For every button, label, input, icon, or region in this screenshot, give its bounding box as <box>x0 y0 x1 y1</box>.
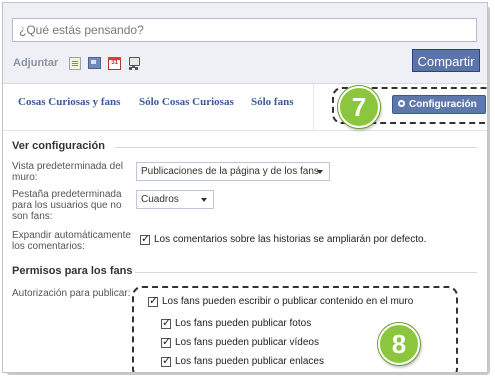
configuration-button[interactable]: Configuración <box>392 95 486 114</box>
chevron-down-icon <box>317 170 323 174</box>
attach-label: Adjuntar <box>13 57 59 69</box>
permissions-title: Permisos para los fans <box>12 265 133 277</box>
view-settings-title: Ver configuración <box>12 140 105 152</box>
fans-links-text: Los fans pueden publicar enlaces <box>175 356 324 367</box>
tab-default-value: Cuadros <box>141 194 179 205</box>
expand-comments-checkbox[interactable] <box>140 232 150 245</box>
tab-fans-only[interactable]: Sólo fans <box>251 96 294 108</box>
section-divider <box>135 272 477 273</box>
fans-can-post-text: Los fans pueden escribir o publicar cont… <box>162 296 414 307</box>
callout-badge-8: 8 <box>378 323 420 365</box>
wall-default-select[interactable]: Publicaciones de la página y de los fans <box>136 162 330 181</box>
chevron-down-icon <box>201 198 207 202</box>
tab-default-select[interactable]: Cuadros <box>136 190 214 209</box>
attach-toolbar: Adjuntar 31 <box>13 54 141 72</box>
tab-all-posts[interactable]: Cosas Curiosas y fans <box>18 96 120 108</box>
gear-icon <box>398 100 405 107</box>
status-composer: ¿Qué estás pensando? Adjuntar 31 Compart… <box>3 3 487 84</box>
share-button[interactable]: Compartir <box>412 49 480 72</box>
divider <box>313 84 314 130</box>
fans-links-checkbox[interactable] <box>161 354 171 367</box>
fans-videos-text: Los fans pueden publicar vídeos <box>175 337 319 348</box>
photo-icon[interactable] <box>88 57 102 69</box>
fans-photos-checkbox[interactable] <box>161 316 171 329</box>
wall-default-value: Publicaciones de la página y de los fans <box>141 166 319 177</box>
callout-badge-7: 7 <box>338 86 380 128</box>
publish-permission-label: Autorización para publicar: <box>12 288 131 299</box>
expand-comments-label: Expandir automáticamente los comentarios… <box>12 230 131 252</box>
wall-default-label: Vista predeterminada del muro: <box>12 161 123 183</box>
event-icon[interactable]: 31 <box>108 56 122 70</box>
tab-default-label: Pestaña predeterminada para los usuarios… <box>12 189 122 222</box>
status-input[interactable]: ¿Qué estás pensando? <box>12 18 477 42</box>
section-divider <box>115 147 477 148</box>
link-icon[interactable] <box>128 57 141 69</box>
fans-photos-text: Los fans pueden publicar fotos <box>175 318 312 329</box>
fans-can-post-checkbox[interactable] <box>148 294 158 307</box>
settings-panel: ¿Qué estás pensando? Adjuntar 31 Compart… <box>2 2 488 373</box>
tab-page-only[interactable]: Sólo Cosas Curiosas <box>139 96 234 108</box>
expand-comments-text: Los comentarios sobre las historias se a… <box>154 234 427 245</box>
note-icon[interactable] <box>69 56 82 70</box>
configuration-label: Configuración <box>409 99 477 110</box>
fans-videos-checkbox[interactable] <box>161 335 171 348</box>
